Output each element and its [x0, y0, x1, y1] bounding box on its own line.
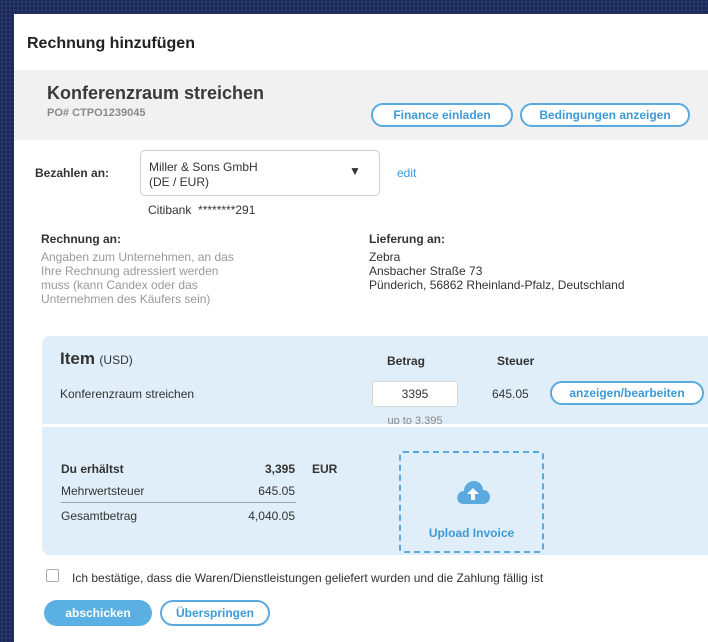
upload-invoice-label: Upload Invoice: [428, 526, 515, 540]
item-currency: (USD): [99, 353, 133, 367]
invite-finance-button[interactable]: Finance einladen: [371, 103, 513, 127]
item-name: Konferenzraum streichen: [60, 387, 195, 401]
add-invoice-modal: Rechnung hinzufügen Konferenzraum streic…: [14, 14, 708, 642]
show-terms-button[interactable]: Bedingungen anzeigen: [520, 103, 690, 127]
invoice-to-hint: Angaben zum Unternehmen, an das Ihre Rec…: [41, 250, 234, 306]
bank-account: Citibank ********291: [148, 203, 256, 217]
project-header: Konferenzraum streichen PO# CTPO1239045 …: [14, 70, 708, 140]
item-panel: Item (USD) Betrag Steuer Konferenzraum s…: [42, 336, 708, 555]
vat-value: 645.05: [258, 484, 295, 498]
skip-button[interactable]: Überspringen: [160, 600, 270, 626]
payto-label: Bezahlen an:: [35, 166, 110, 180]
item-amount-input[interactable]: [372, 381, 458, 407]
vendor-select-value: Miller & Sons GmbH (DE / EUR): [149, 160, 258, 189]
receive-label: Du erhältst: [61, 462, 124, 476]
modal-title: Rechnung hinzufügen: [27, 35, 195, 52]
view-edit-tax-button[interactable]: anzeigen/bearbeiten: [550, 381, 704, 405]
po-number: PO# CTPO1239045: [47, 107, 146, 119]
project-name: Konferenzraum streichen: [47, 83, 265, 103]
item-divider: [42, 424, 708, 427]
total-label: Gesamtbetrag: [61, 509, 138, 523]
receive-value: 3,395: [264, 462, 295, 476]
confirm-text: Ich bestätige, dass die Waren/Dienstleis…: [72, 571, 544, 585]
dropdown-arrow-icon: ▼: [349, 164, 361, 178]
total-value: 4,040.05: [248, 509, 295, 523]
submit-button[interactable]: abschicken: [44, 600, 152, 626]
tax-header: Steuer: [497, 354, 535, 368]
receive-currency: EUR: [312, 462, 338, 476]
edit-vendor-link[interactable]: edit: [397, 166, 416, 180]
vendor-select[interactable]: Miller & Sons GmbH (DE / EUR) ▼: [140, 150, 380, 196]
summary-divider: [61, 502, 296, 503]
upload-invoice-dropzone[interactable]: Upload Invoice: [399, 451, 544, 553]
delivery-label: Lieferung an:: [369, 232, 446, 246]
item-header: Item (USD): [60, 349, 133, 369]
delivery-address: Zebra Ansbacher Straße 73 Pünderich, 568…: [369, 250, 625, 292]
confirm-checkbox[interactable]: [46, 569, 59, 582]
item-header-label: Item: [60, 349, 95, 368]
invoice-to-label: Rechnung an:: [41, 232, 121, 246]
amount-header: Betrag: [387, 354, 426, 368]
cloud-upload-icon: [457, 481, 490, 504]
vat-label: Mehrwertsteuer: [61, 484, 145, 498]
item-tax: 645.05: [492, 387, 529, 401]
